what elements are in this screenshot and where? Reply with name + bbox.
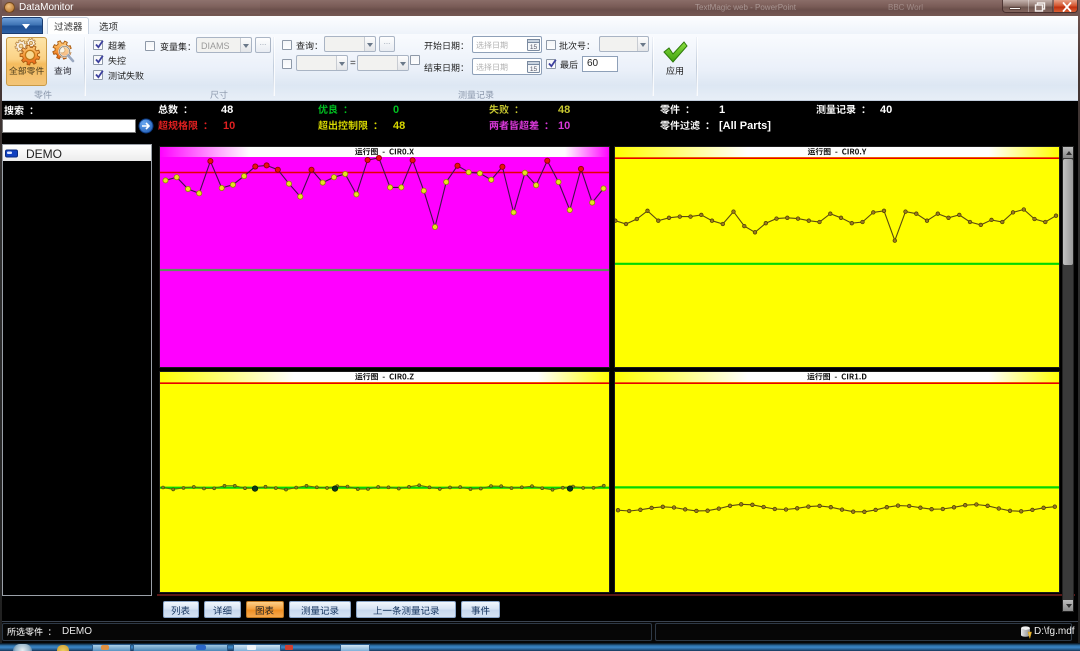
svg-text:15: 15 <box>530 66 538 73</box>
svg-text:15: 15 <box>530 44 538 51</box>
